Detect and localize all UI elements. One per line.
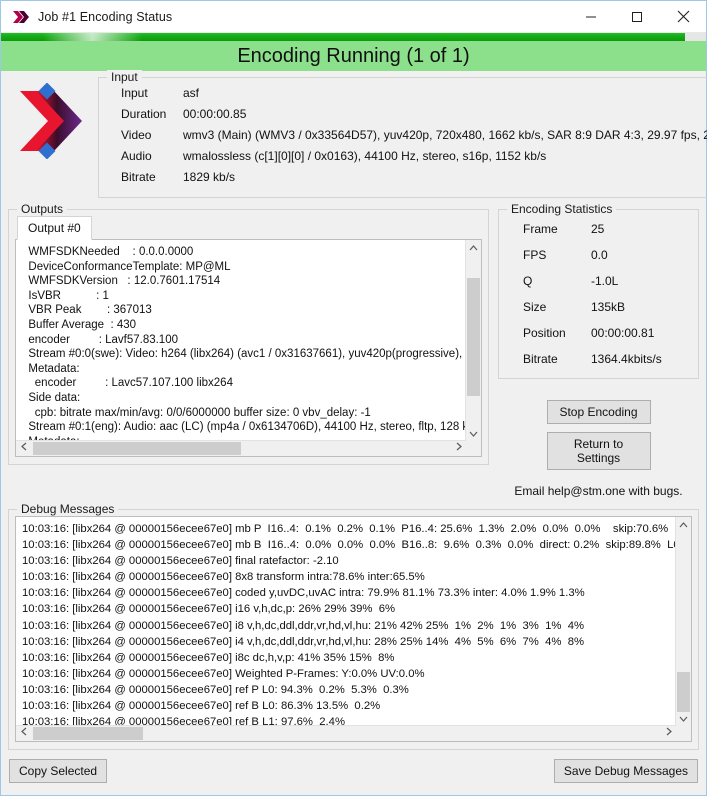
output-scroll-thumb[interactable] — [467, 278, 480, 396]
debug-hscroll-thumb[interactable] — [33, 727, 143, 740]
scroll-down-icon[interactable] — [466, 426, 481, 441]
status-text: Encoding Running (1 of 1) — [237, 44, 470, 67]
duration-value: 00:00:00.85 — [183, 107, 247, 121]
stats-legend: Encoding Statistics — [507, 202, 617, 216]
stat-row-size: Size 135kB — [507, 300, 690, 326]
support-email-note: Email help@stm.one with bugs. — [514, 484, 683, 498]
input-legend: Input — [107, 70, 142, 84]
stop-encoding-button[interactable]: Stop Encoding — [546, 400, 651, 424]
outputs-legend: Outputs — [17, 202, 68, 216]
scroll-left-icon[interactable] — [16, 441, 31, 456]
stat-row-q: Q -1.0L — [507, 274, 690, 300]
debug-log-panel[interactable]: 10:03:16: [libx264 @ 00000156ecee67e0] m… — [15, 516, 692, 742]
input-row-audio: Audio wmalossless (c[1][0][0] / 0x0163),… — [105, 149, 707, 170]
output-log-text: WMFSDKNeeded : 0.0.0.0000 DeviceConforma… — [28, 246, 481, 443]
audio-value: wmalossless (c[1][0][0] / 0x0163), 44100… — [183, 149, 547, 163]
frame-label: Frame — [523, 222, 558, 236]
scroll-up-icon[interactable] — [466, 240, 481, 255]
stat-row-fps: FPS 0.0 — [507, 248, 690, 274]
size-label: Size — [523, 300, 547, 314]
scroll-right-icon[interactable] — [451, 441, 466, 456]
app-logo — [8, 77, 98, 198]
duration-label: Duration — [121, 107, 167, 121]
copy-selected-button[interactable]: Copy Selected — [9, 759, 108, 783]
input-row-duration: Duration 00:00:00.85 — [105, 107, 707, 128]
input-label: Input — [121, 86, 148, 100]
outputs-and-stats: Outputs Output #0 WMFSDKNeeded : 0.0.0.0… — [8, 198, 699, 498]
bitrate-value: 1829 kb/s — [183, 170, 236, 184]
output-log-panel[interactable]: WMFSDKNeeded : 0.0.0.0000 DeviceConforma… — [15, 239, 482, 457]
video-value: wmv3 (Main) (WMV3 / 0x33564D57), yuv420p… — [183, 128, 707, 142]
debug-hscroll-track[interactable] — [31, 726, 661, 741]
input-row-input: Input asf — [105, 86, 707, 107]
return-to-settings-button[interactable]: Return to Settings — [546, 432, 651, 470]
input-group-box: Input Input asf Duration 00:00:00.85 Vid… — [98, 70, 707, 198]
stat-bitrate-value: 1364.4kbits/s — [591, 352, 662, 366]
q-value: -1.0L — [591, 274, 619, 288]
output-horizontal-scrollbar[interactable] — [16, 440, 466, 456]
hscroll-track[interactable] — [31, 441, 451, 456]
frame-value: 25 — [591, 222, 605, 236]
output-vertical-scrollbar[interactable] — [465, 240, 481, 441]
close-icon[interactable] — [660, 1, 706, 32]
stat-row-bitrate: Bitrate 1364.4kbits/s — [507, 352, 690, 378]
outputs-group-box: Outputs Output #0 WMFSDKNeeded : 0.0.0.0… — [8, 202, 489, 465]
title-bar: Job #1 Encoding Status — [1, 1, 706, 33]
encoding-status-window: Job #1 Encoding Status Encoding Running … — [0, 0, 707, 796]
debug-scroll-down-icon[interactable] — [676, 711, 691, 726]
debug-log-text: 10:03:16: [libx264 @ 00000156ecee67e0] m… — [22, 523, 691, 727]
progress-gloss — [43, 33, 142, 41]
input-section: Input Input asf Duration 00:00:00.85 Vid… — [8, 70, 707, 198]
stat-row-frame: Frame 25 — [507, 222, 690, 248]
stats-actions: Stop Encoding Return to Settings Email h… — [498, 400, 699, 498]
debug-scroll-left-icon[interactable] — [16, 726, 31, 741]
bitrate-label: Bitrate — [121, 170, 156, 184]
debug-vertical-scrollbar[interactable] — [675, 517, 691, 726]
window-title: Job #1 Encoding Status — [38, 9, 173, 24]
debug-scroll-up-icon[interactable] — [676, 517, 691, 532]
input-details: Input Input asf Duration 00:00:00.85 Vid… — [98, 70, 707, 198]
encoding-progress-bar — [1, 33, 706, 41]
debug-legend: Debug Messages — [17, 502, 119, 516]
status-banner: Encoding Running (1 of 1) — [1, 41, 706, 71]
stat-bitrate-label: Bitrate — [523, 352, 558, 366]
video-label: Video — [121, 128, 152, 142]
minimize-icon[interactable] — [568, 1, 614, 32]
input-row-video: Video wmv3 (Main) (WMV3 / 0x33564D57), y… — [105, 128, 707, 149]
debug-scroll-thumb[interactable] — [677, 672, 690, 712]
debug-scrollbar-corner — [676, 726, 691, 741]
debug-horizontal-scrollbar[interactable] — [16, 725, 676, 741]
output-tabs: Output #0 — [17, 216, 482, 240]
stats-group-box: Encoding Statistics Frame 25 FPS 0.0 Q -… — [498, 202, 699, 379]
position-label: Position — [523, 326, 566, 340]
fps-value: 0.0 — [591, 248, 608, 262]
stats-section: Encoding Statistics Frame 25 FPS 0.0 Q -… — [498, 198, 699, 498]
tab-output-0[interactable]: Output #0 — [17, 216, 92, 240]
debug-group-box: Debug Messages 10:03:16: [libx264 @ 0000… — [8, 502, 699, 750]
outputs-section: Outputs Output #0 WMFSDKNeeded : 0.0.0.0… — [8, 198, 489, 465]
save-debug-messages-button[interactable]: Save Debug Messages — [553, 759, 698, 783]
input-value: asf — [183, 86, 200, 100]
size-value: 135kB — [591, 300, 626, 314]
input-row-bitrate: Bitrate 1829 kb/s — [105, 170, 707, 191]
position-value: 00:00:00.81 — [591, 326, 655, 340]
scrollbar-corner — [466, 441, 481, 456]
debug-scroll-right-icon[interactable] — [661, 726, 676, 741]
window-content: Input Input asf Duration 00:00:00.85 Vid… — [1, 70, 707, 783]
output-hscroll-thumb[interactable] — [33, 442, 241, 455]
stat-row-position: Position 00:00:00.81 — [507, 326, 690, 352]
bottom-button-bar: Copy Selected Save Debug Messages — [8, 750, 699, 783]
chevron-logo-icon — [7, 10, 33, 24]
q-label: Q — [523, 274, 533, 288]
audio-label: Audio — [121, 149, 152, 163]
maximize-icon[interactable] — [614, 1, 660, 32]
fps-label: FPS — [523, 248, 547, 262]
